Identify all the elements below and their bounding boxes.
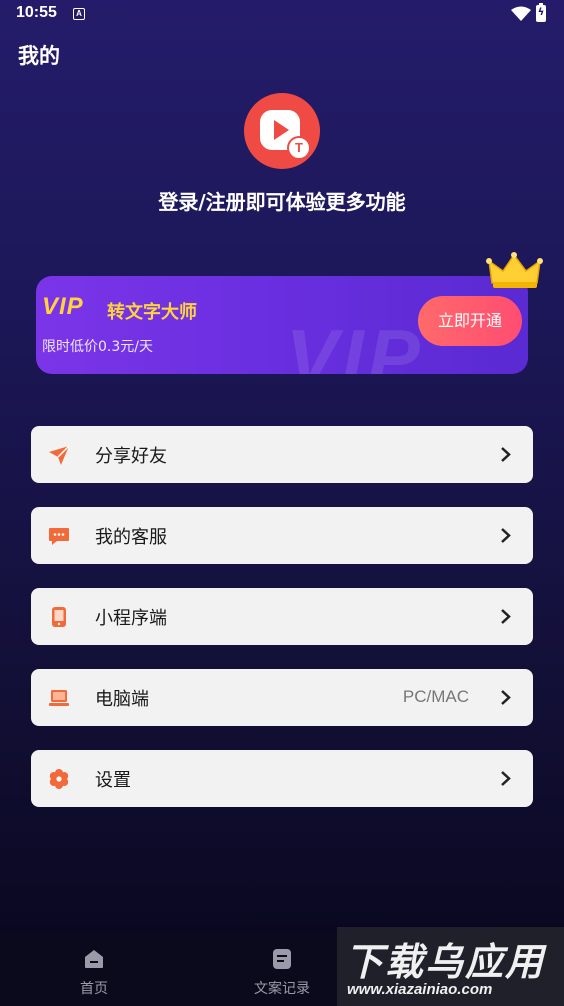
vip-open-button[interactable]: 立即开通 bbox=[418, 296, 522, 346]
chevron-right-icon bbox=[501, 690, 511, 705]
status-time: 10:55 bbox=[16, 4, 57, 21]
text-t-icon: T bbox=[287, 136, 311, 160]
document-icon bbox=[273, 949, 291, 969]
menu-item-mini-program[interactable]: 小程序端 bbox=[31, 588, 533, 645]
status-bar: 10:55 A ϟ bbox=[0, 0, 564, 30]
menu-item-customer-service[interactable]: 我的客服 bbox=[31, 507, 533, 564]
login-prompt[interactable]: 登录/注册即可体验更多功能 bbox=[0, 186, 564, 215]
tab-home-label: 首页 bbox=[80, 981, 108, 997]
menu-item-settings[interactable]: 设置 bbox=[31, 750, 533, 807]
site-watermark: 下载乌应用 www.xiazainiao.com bbox=[337, 927, 564, 1006]
phone-icon bbox=[52, 607, 66, 627]
home-icon bbox=[85, 950, 103, 968]
chevron-right-icon bbox=[501, 609, 511, 624]
menu-label: 我的客服 bbox=[95, 527, 167, 548]
page-title: 我的 bbox=[18, 44, 60, 68]
menu-item-desktop[interactable]: 电脑端 PC/MAC bbox=[31, 669, 533, 726]
share-icon bbox=[49, 445, 70, 465]
app-logo-icon[interactable]: T bbox=[244, 93, 320, 169]
menu-label: 分享好友 bbox=[95, 446, 167, 467]
vip-subtitle: 限时低价0.3元/天 bbox=[42, 339, 153, 355]
chevron-right-icon bbox=[501, 447, 511, 462]
vip-title: 转文字大师 bbox=[107, 302, 197, 323]
laptop-icon bbox=[49, 690, 69, 706]
watermark-title: 下载乌应用 bbox=[345, 940, 546, 984]
vip-badge: VIP bbox=[42, 293, 84, 320]
battery-icon: ϟ bbox=[536, 3, 546, 22]
tab-home[interactable]: 首页 bbox=[0, 934, 188, 1006]
crown-icon bbox=[486, 252, 543, 288]
menu-label: 电脑端 bbox=[95, 689, 149, 710]
menu-item-share[interactable]: 分享好友 bbox=[31, 426, 533, 483]
menu-label: 小程序端 bbox=[95, 608, 167, 629]
menu-label: 设置 bbox=[95, 770, 131, 791]
wifi-icon bbox=[511, 6, 531, 21]
chevron-right-icon bbox=[501, 771, 511, 786]
notification-a-icon: A bbox=[73, 8, 85, 20]
chevron-right-icon bbox=[501, 528, 511, 543]
vip-watermark: VIP bbox=[286, 313, 424, 374]
menu-value: PC/MAC bbox=[402, 687, 469, 706]
vip-card[interactable]: VIP VIP 转文字大师 限时低价0.3元/天 立即开通 bbox=[36, 276, 528, 374]
gear-icon bbox=[49, 769, 69, 789]
chat-icon bbox=[49, 528, 69, 545]
watermark-url: www.xiazainiao.com bbox=[347, 981, 493, 998]
